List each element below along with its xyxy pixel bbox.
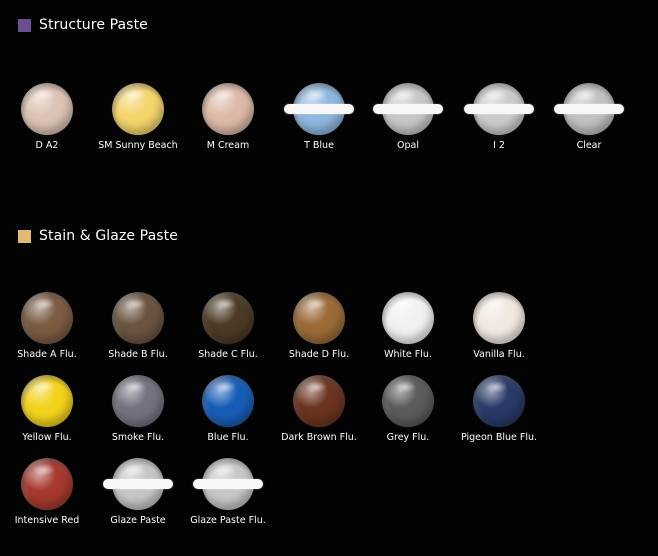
swatch-item: D A2 bbox=[0, 83, 97, 151]
clear-band-icon bbox=[373, 104, 443, 114]
clear-band-icon bbox=[103, 479, 173, 489]
swatch-ball bbox=[112, 292, 164, 344]
swatch-item: Intensive Red bbox=[0, 458, 97, 526]
swatch-item: Pigeon Blue Flu. bbox=[449, 375, 549, 443]
swatch-label: Pigeon Blue Flu. bbox=[460, 432, 538, 443]
swatch-ball bbox=[293, 375, 345, 427]
swatch-ball bbox=[202, 292, 254, 344]
swatch-label: SM Sunny Beach bbox=[98, 140, 178, 151]
color-ball-icon bbox=[293, 375, 345, 427]
section-color-square bbox=[18, 18, 31, 32]
swatch-item: SM Sunny Beach bbox=[88, 83, 188, 151]
swatch-item: T Blue bbox=[269, 83, 369, 151]
swatch-label: White Flu. bbox=[384, 349, 432, 360]
swatch-label: Smoke Flu. bbox=[111, 432, 165, 443]
section-color-square bbox=[18, 229, 31, 243]
swatch-label: Opal bbox=[397, 140, 419, 151]
swatch-item: M Cream bbox=[178, 83, 278, 151]
swatch-label: M Cream bbox=[206, 140, 250, 151]
swatch-item: Glaze Paste bbox=[88, 458, 188, 526]
color-ball-icon bbox=[293, 292, 345, 344]
swatch-item: Dark Brown Flu. bbox=[269, 375, 369, 443]
swatch-label: Glaze Paste Flu. bbox=[190, 515, 266, 526]
clear-band-icon bbox=[193, 479, 263, 489]
swatch-label: Clear bbox=[576, 140, 602, 151]
swatch-item: Shade B Flu. bbox=[88, 292, 188, 360]
swatch-ball bbox=[103, 458, 173, 510]
swatch-ball bbox=[112, 375, 164, 427]
swatch-item: Vanilla Flu. bbox=[449, 292, 549, 360]
swatch-ball bbox=[21, 458, 73, 510]
color-ball-icon bbox=[473, 375, 525, 427]
swatch-label: Grey Flu. bbox=[386, 432, 430, 443]
swatch-item: Opal bbox=[358, 83, 458, 151]
swatch-item: Grey Flu. bbox=[358, 375, 458, 443]
swatch-label: T Blue bbox=[304, 140, 334, 151]
swatch-label: Vanilla Flu. bbox=[473, 349, 525, 360]
color-ball-icon bbox=[473, 292, 525, 344]
swatch-ball bbox=[382, 292, 434, 344]
swatch-ball bbox=[21, 375, 73, 427]
color-ball-icon bbox=[112, 292, 164, 344]
section-header-structure-paste: Structure Paste bbox=[18, 17, 148, 33]
swatch-label: Shade A Flu. bbox=[17, 349, 77, 360]
color-ball-icon bbox=[112, 375, 164, 427]
swatch-ball bbox=[202, 83, 254, 135]
swatch-item: Shade D Flu. bbox=[269, 292, 369, 360]
swatch-label: D A2 bbox=[35, 140, 59, 151]
section-title: Stain & Glaze Paste bbox=[39, 228, 178, 244]
color-ball-icon bbox=[21, 458, 73, 510]
swatch-item: I 2 bbox=[449, 83, 549, 151]
clear-band-icon bbox=[284, 104, 354, 114]
swatch-ball bbox=[464, 83, 534, 135]
swatch-ball bbox=[473, 375, 525, 427]
color-ball-icon bbox=[21, 375, 73, 427]
swatch-ball bbox=[21, 83, 73, 135]
swatch-item: Clear bbox=[539, 83, 639, 151]
color-ball-icon bbox=[21, 83, 73, 135]
swatch-ball bbox=[473, 292, 525, 344]
swatch-ball bbox=[284, 83, 354, 135]
swatch-label: Yellow Flu. bbox=[22, 432, 72, 443]
swatch-label: Shade C Flu. bbox=[198, 349, 258, 360]
swatch-ball bbox=[382, 375, 434, 427]
swatch-item: Glaze Paste Flu. bbox=[178, 458, 278, 526]
swatch-label: Shade D Flu. bbox=[288, 349, 350, 360]
swatch-label: Intensive Red bbox=[14, 515, 80, 526]
swatch-ball bbox=[112, 83, 164, 135]
color-ball-icon bbox=[202, 292, 254, 344]
swatch-ball bbox=[554, 83, 624, 135]
swatch-label: Glaze Paste bbox=[110, 515, 166, 526]
swatch-item: White Flu. bbox=[358, 292, 458, 360]
swatch-item: Shade C Flu. bbox=[178, 292, 278, 360]
color-ball-icon bbox=[202, 83, 254, 135]
color-ball-icon bbox=[382, 292, 434, 344]
swatch-label: I 2 bbox=[493, 140, 505, 151]
swatch-item: Shade A Flu. bbox=[0, 292, 97, 360]
swatch-ball bbox=[193, 458, 263, 510]
color-ball-icon bbox=[382, 375, 434, 427]
section-title: Structure Paste bbox=[39, 17, 148, 33]
color-ball-icon bbox=[112, 83, 164, 135]
swatch-label: Dark Brown Flu. bbox=[281, 432, 357, 443]
swatch-ball bbox=[373, 83, 443, 135]
swatch-label: Shade B Flu. bbox=[108, 349, 168, 360]
swatch-item: Yellow Flu. bbox=[0, 375, 97, 443]
color-ball-icon bbox=[202, 375, 254, 427]
swatch-item: Blue Flu. bbox=[178, 375, 278, 443]
clear-band-icon bbox=[464, 104, 534, 114]
color-ball-icon bbox=[21, 292, 73, 344]
swatch-item: Smoke Flu. bbox=[88, 375, 188, 443]
swatch-ball bbox=[202, 375, 254, 427]
section-header-stain-glaze-paste: Stain & Glaze Paste bbox=[18, 228, 178, 244]
clear-band-icon bbox=[554, 104, 624, 114]
swatch-ball bbox=[21, 292, 73, 344]
swatch-label: Blue Flu. bbox=[207, 432, 249, 443]
swatch-ball bbox=[293, 292, 345, 344]
